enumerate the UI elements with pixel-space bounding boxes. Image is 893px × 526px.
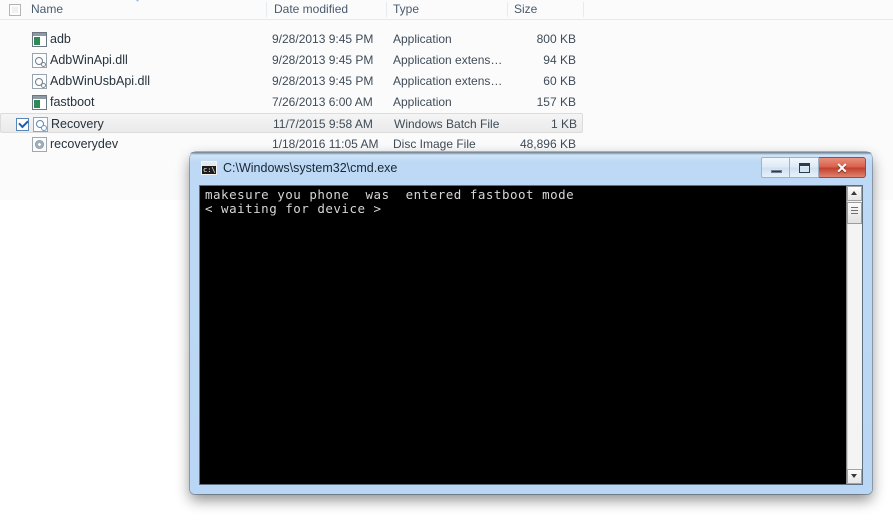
console-output-area[interactable]: makesure you phone was entered fastboot …: [199, 185, 863, 485]
window-controls: ✕: [761, 157, 866, 178]
column-header-row: Name Date modified Type Size: [0, 0, 893, 20]
file-date-modified: 9/28/2013 9:45 PM: [272, 53, 374, 67]
file-name: AdbWinUsbApi.dll: [50, 74, 151, 88]
scroll-down-button[interactable]: [847, 469, 862, 484]
table-row[interactable]: AdbWinUsbApi.dll 9/28/2013 9:45 PM Appli…: [0, 71, 583, 91]
table-row-selected[interactable]: Recovery 11/7/2015 9:58 AM Windows Batch…: [0, 113, 583, 133]
disc-image-icon: [32, 137, 47, 152]
column-header-size[interactable]: Size: [514, 0, 537, 19]
file-size: 60 KB: [543, 74, 576, 88]
scrollbar-thumb[interactable]: [847, 202, 862, 224]
column-divider[interactable]: [266, 2, 267, 17]
file-date-modified: 11/7/2015 9:58 AM: [273, 117, 373, 131]
application-icon: [32, 32, 47, 47]
file-size: 800 KB: [536, 32, 576, 46]
file-name: adb: [50, 32, 71, 46]
batch-file-icon: [33, 117, 48, 132]
row-checkbox-checked[interactable]: [16, 117, 29, 131]
window-title-bar[interactable]: c:\ C:\Windows\system32\cmd.exe ✕: [190, 155, 872, 182]
console-vertical-scrollbar[interactable]: [846, 186, 862, 484]
file-date-modified: 9/28/2013 9:45 PM: [272, 74, 374, 88]
file-name: Recovery: [51, 117, 104, 131]
file-name: AdbWinApi.dll: [50, 53, 128, 67]
column-divider[interactable]: [507, 2, 508, 17]
minimize-button[interactable]: [761, 157, 790, 178]
file-name: fastboot: [50, 95, 95, 109]
table-row[interactable]: fastboot 7/26/2013 6:00 AM Application 1…: [0, 92, 583, 112]
console-line-2: < waiting for device >: [205, 201, 382, 216]
window-title: C:\Windows\system32\cmd.exe: [223, 161, 398, 175]
console-line-1: makesure you phone was entered fastboot …: [205, 187, 575, 202]
file-date-modified: 1/18/2016 11:05 AM: [272, 137, 379, 151]
file-size: 48,896 KB: [519, 137, 576, 151]
sort-ascending-icon: [133, 0, 142, 2]
maximize-icon: [799, 163, 810, 173]
scroll-up-button[interactable]: [847, 186, 862, 201]
column-header-name[interactable]: Name: [31, 0, 63, 19]
close-button[interactable]: ✕: [819, 157, 866, 178]
application-icon: [32, 95, 47, 110]
dll-icon: [32, 53, 47, 68]
file-date-modified: 9/28/2013 9:45 PM: [272, 32, 374, 46]
column-divider[interactable]: [583, 2, 584, 17]
file-size: 157 KB: [536, 95, 576, 109]
column-header-type[interactable]: Type: [393, 0, 419, 19]
file-date-modified: 7/26/2013 6:00 AM: [272, 95, 373, 109]
maximize-button[interactable]: [790, 157, 819, 178]
close-icon: ✕: [836, 160, 848, 176]
command-prompt-window[interactable]: c:\ C:\Windows\system32\cmd.exe ✕ makesu…: [190, 152, 872, 494]
file-name: recoverydev: [50, 137, 119, 151]
file-size: 94 KB: [543, 53, 576, 67]
table-row[interactable]: recoverydev 1/18/2016 11:05 AM Disc Imag…: [0, 134, 583, 154]
cmd-icon-glyph: c:\: [203, 166, 216, 174]
table-row[interactable]: AdbWinApi.dll 9/28/2013 9:45 PM Applicat…: [0, 50, 583, 70]
column-divider[interactable]: [386, 2, 387, 17]
minimize-icon: [771, 170, 782, 173]
scrollbar-track[interactable]: [847, 201, 862, 469]
select-all-checkbox[interactable]: [9, 4, 21, 16]
cmd-icon: c:\: [201, 161, 217, 175]
column-header-date-modified[interactable]: Date modified: [274, 0, 348, 19]
file-size: 1 KB: [550, 117, 577, 131]
table-row[interactable]: adb 9/28/2013 9:45 PM Application 800 KB: [0, 29, 583, 49]
dll-icon: [32, 74, 47, 89]
